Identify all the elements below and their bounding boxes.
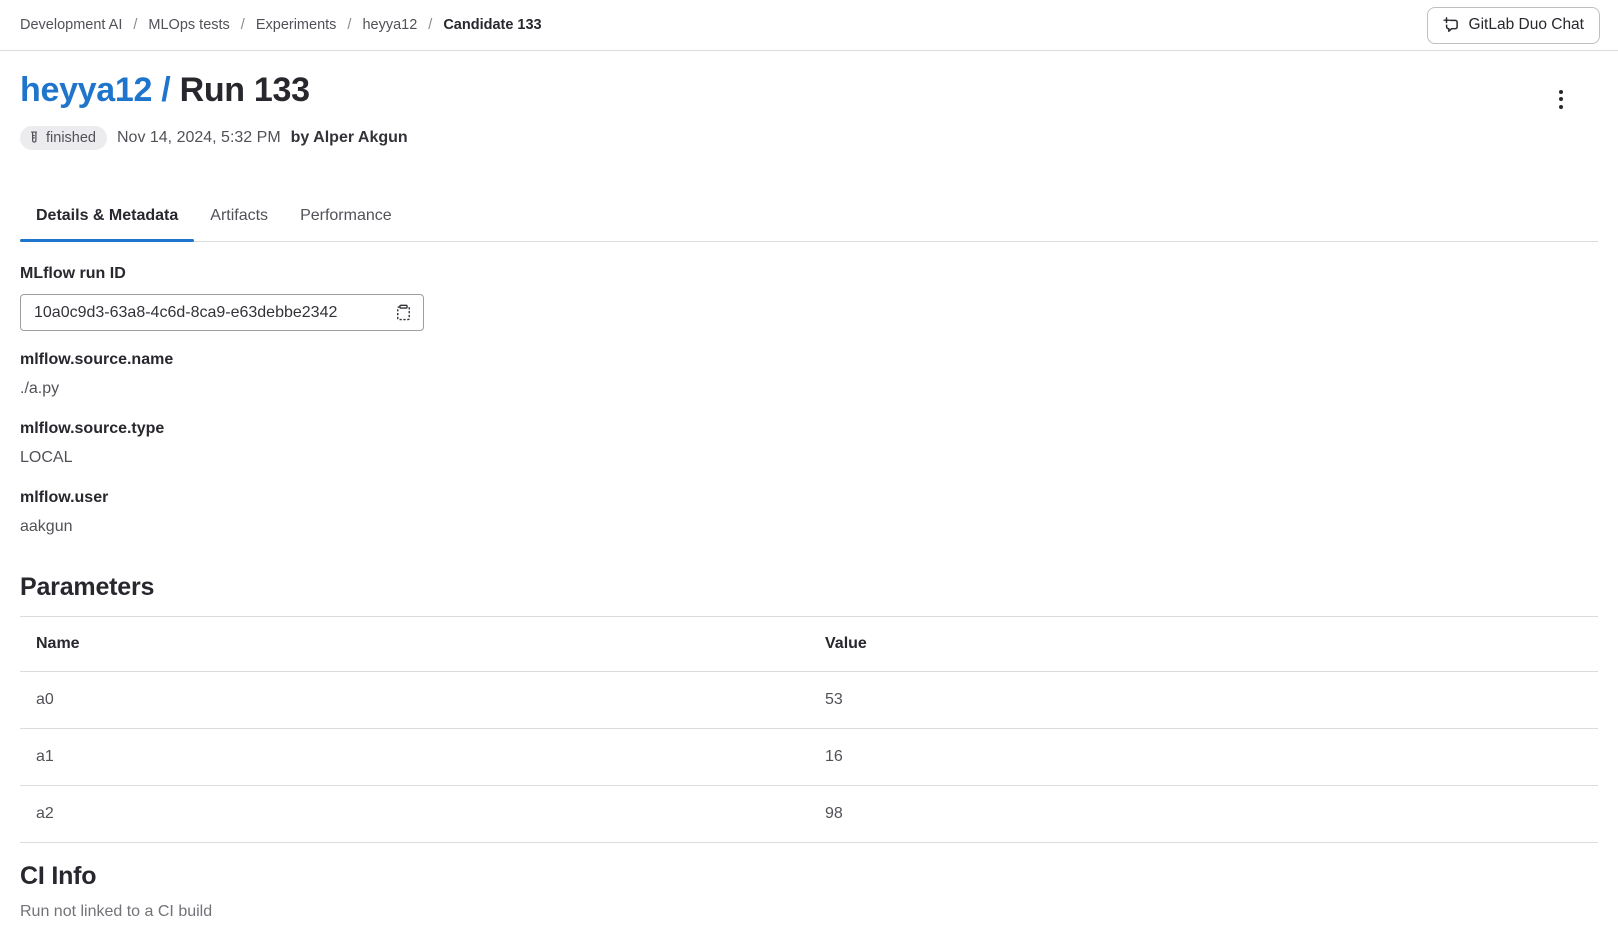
- metadata-field: mlflow.source.type LOCAL: [20, 420, 1598, 467]
- run-author: by Alper Akgun: [291, 129, 408, 147]
- param-name: a1: [20, 729, 809, 786]
- run-tabs: Details & Metadata Artifacts Performance: [20, 197, 1598, 242]
- ci-info-empty-message: Run not linked to a CI build: [20, 903, 1598, 921]
- metadata-field: mlflow.source.name ./a.py: [20, 351, 1598, 398]
- page-title: heyya12 / Run 133: [20, 72, 310, 109]
- parameters-heading: Parameters: [20, 573, 1598, 602]
- title-row: heyya12 / Run 133: [20, 72, 1598, 114]
- table-row: a2 98: [20, 786, 1598, 843]
- metadata-field: mlflow.user aakgun: [20, 489, 1598, 536]
- param-name: a2: [20, 786, 809, 843]
- test-tube-icon: [27, 131, 41, 145]
- duo-chat-label: GitLab Duo Chat: [1469, 16, 1584, 34]
- details-panel: MLflow run ID mlflow.source.name ./a.py: [20, 242, 1598, 921]
- mlflow-run-page: Development AI / MLOps tests / Experimen…: [0, 0, 1618, 952]
- copy-run-id-button[interactable]: [391, 304, 423, 321]
- param-name: a0: [20, 672, 809, 729]
- run-id-input[interactable]: [21, 304, 391, 322]
- gitlab-duo-chat-button[interactable]: GitLab Duo Chat: [1427, 7, 1600, 44]
- duo-chat-icon: [1443, 17, 1460, 34]
- experiment-link[interactable]: heyya12 /: [20, 71, 170, 109]
- breadcrumb-separator: /: [133, 17, 137, 33]
- status-badge-label: finished: [46, 128, 96, 148]
- run-name: Run 133: [180, 71, 310, 109]
- breadcrumb-item-heyya12[interactable]: heyya12: [362, 17, 417, 33]
- breadcrumb-separator: /: [428, 17, 432, 33]
- run-id-label: MLflow run ID: [20, 265, 1598, 283]
- table-header-row: Name Value: [20, 617, 1598, 672]
- table-row: a0 53: [20, 672, 1598, 729]
- field-value: LOCAL: [20, 449, 1598, 467]
- ci-info-heading: CI Info: [20, 862, 1598, 891]
- tab-details-metadata[interactable]: Details & Metadata: [20, 197, 194, 241]
- column-header-value: Value: [809, 617, 1598, 672]
- field-value: aakgun: [20, 518, 1598, 536]
- parameters-table: Name Value a0 53 a1 16 a2 98: [20, 616, 1598, 843]
- run-meta-row: finished Nov 14, 2024, 5:32 PM by Alper …: [20, 126, 1598, 150]
- field-label: mlflow.source.name: [20, 351, 1598, 369]
- param-value: 53: [809, 672, 1598, 729]
- breadcrumb-separator: /: [347, 17, 351, 33]
- tab-performance[interactable]: Performance: [284, 197, 408, 241]
- breadcrumb-item-development-ai[interactable]: Development AI: [20, 17, 122, 33]
- header-bar: Development AI / MLOps tests / Experimen…: [0, 0, 1618, 51]
- breadcrumb-item-mlops-tests[interactable]: MLOps tests: [148, 17, 229, 33]
- more-actions-button[interactable]: [1546, 84, 1576, 114]
- copy-icon: [395, 304, 412, 321]
- breadcrumb: Development AI / MLOps tests / Experimen…: [20, 17, 542, 33]
- status-badge: finished: [20, 126, 107, 150]
- field-value: ./a.py: [20, 380, 1598, 398]
- main-content: heyya12 / Run 133 finished Nov 14, 2024,: [0, 72, 1618, 921]
- table-row: a1 16: [20, 729, 1598, 786]
- run-id-field: [20, 294, 424, 331]
- column-header-name: Name: [20, 617, 809, 672]
- param-value: 98: [809, 786, 1598, 843]
- param-value: 16: [809, 729, 1598, 786]
- kebab-icon: [1559, 90, 1563, 94]
- run-timestamp: Nov 14, 2024, 5:32 PM: [117, 129, 281, 147]
- breadcrumb-current-candidate: Candidate 133: [443, 17, 541, 33]
- field-label: mlflow.user: [20, 489, 1598, 507]
- tab-artifacts[interactable]: Artifacts: [194, 197, 284, 241]
- field-label: mlflow.source.type: [20, 420, 1598, 438]
- breadcrumb-item-experiments[interactable]: Experiments: [256, 17, 337, 33]
- breadcrumb-separator: /: [241, 17, 245, 33]
